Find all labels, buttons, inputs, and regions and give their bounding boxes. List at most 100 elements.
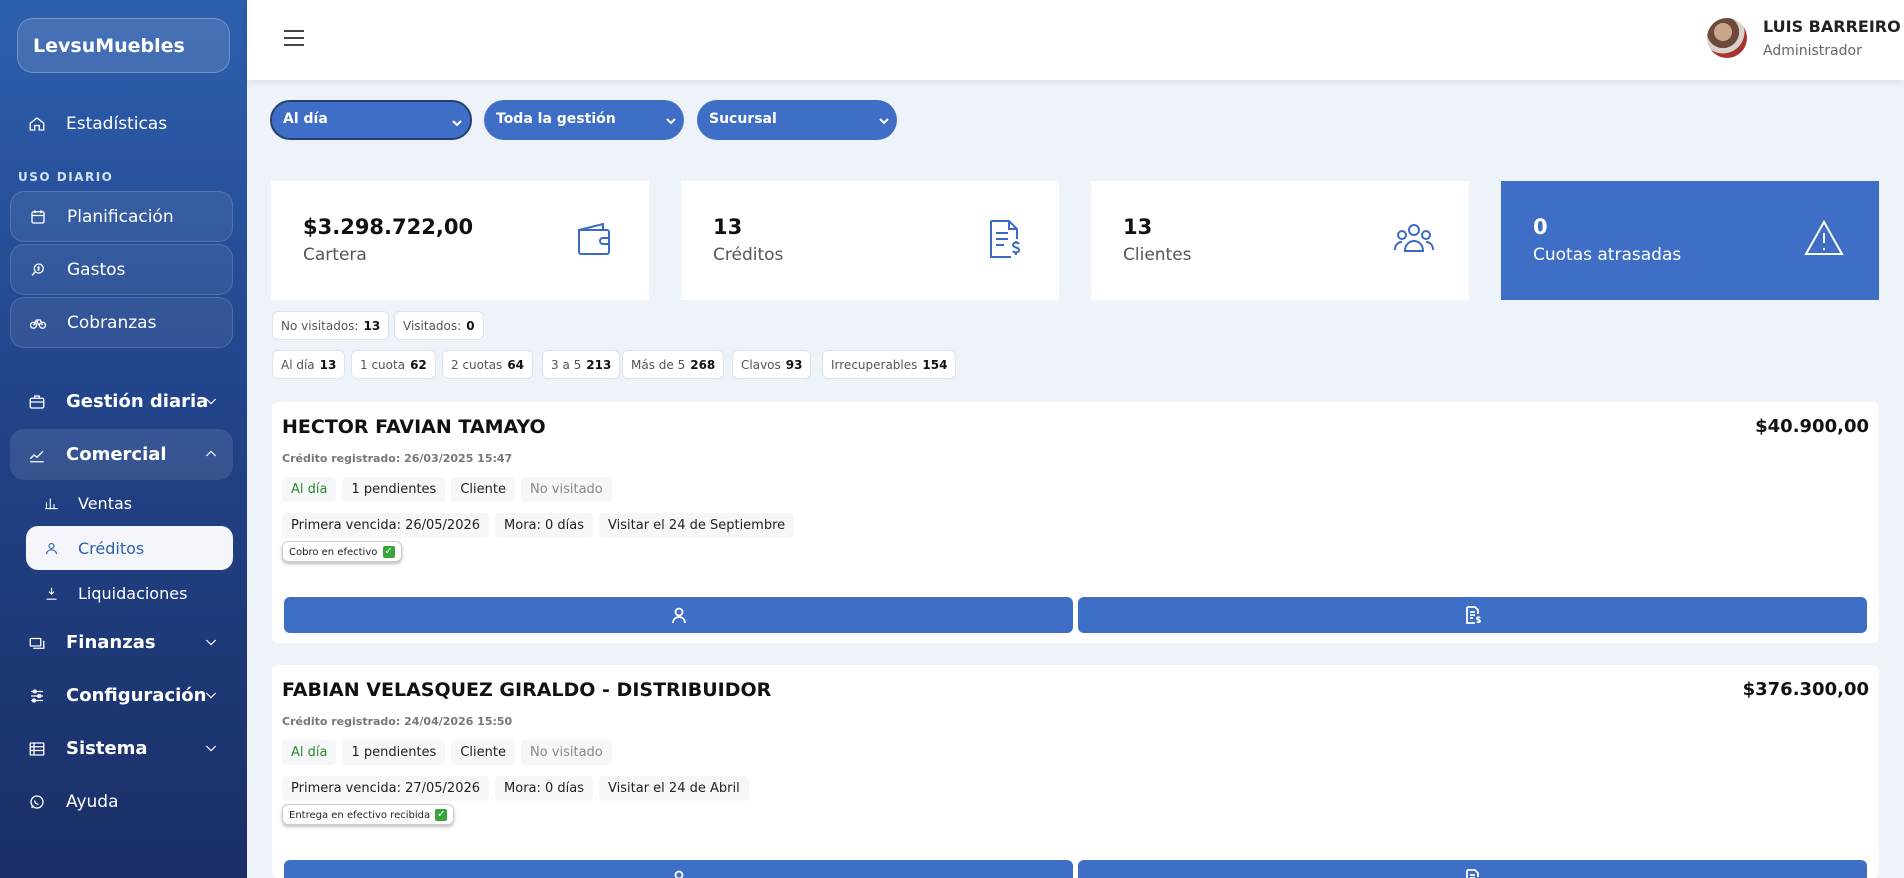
- sidebar-item-liquidaciones[interactable]: Liquidaciones: [26, 571, 233, 615]
- payment-method-label: Entrega en efectivo recibida: [289, 810, 431, 821]
- stat-card-clientes: 13 Clientes: [1091, 181, 1469, 300]
- sidebar-item-planificacion[interactable]: Planificación: [10, 191, 233, 242]
- sidebar-group-sistema[interactable]: Sistema: [10, 723, 233, 774]
- sidebar-group-configuracion[interactable]: Configuración: [10, 670, 233, 721]
- chip-mas-de-5[interactable]: Más de 5 268: [622, 350, 725, 379]
- sidebar-item-ventas[interactable]: Ventas: [26, 481, 233, 525]
- bicycle-icon: [27, 312, 49, 334]
- view-credit-button[interactable]: [1078, 860, 1867, 878]
- stat-value: 13: [1123, 215, 1153, 239]
- sidebar-item-creditos[interactable]: Créditos: [26, 526, 233, 570]
- chip-3-a-5[interactable]: 3 a 5 213: [542, 350, 621, 379]
- chevron-up-icon: [203, 446, 219, 462]
- chevron-down-icon: [203, 740, 219, 756]
- payment-method-badge: Cobro en efectivo ✓: [282, 541, 402, 562]
- stat-value: 0: [1533, 215, 1548, 239]
- money-stack-icon: [26, 632, 48, 654]
- whatsapp-icon: [26, 791, 48, 813]
- pending-badge: 1 pendientes: [342, 740, 446, 765]
- payment-method-label: Cobro en efectivo: [289, 547, 378, 558]
- sidebar-group-finanzas[interactable]: Finanzas: [10, 617, 233, 668]
- check-icon: ✓: [382, 546, 395, 558]
- sidebar-item-label: Cobranzas: [67, 312, 157, 333]
- sidebar-item-estadisticas[interactable]: Estadísticas: [26, 111, 167, 137]
- menu-icon[interactable]: [284, 30, 304, 46]
- check-icon: ✓: [435, 809, 448, 821]
- sidebar-item-label: Ayuda: [66, 792, 119, 812]
- view-client-button[interactable]: [284, 597, 1073, 633]
- filter-status-select[interactable]: Al día: [270, 100, 472, 140]
- chevron-down-icon: [879, 114, 889, 125]
- chip-label: Clavos: [741, 358, 781, 372]
- status-badge: Al día: [282, 477, 337, 502]
- visit-status-badge: No visitado: [520, 477, 612, 502]
- view-credit-button[interactable]: [1078, 597, 1867, 633]
- chip-label: 3 a 5: [551, 358, 582, 372]
- client-type-badge: Cliente: [451, 477, 515, 502]
- status-badge: Al día: [282, 740, 337, 765]
- stat-value: $3.298.722,00: [303, 215, 474, 239]
- chip-label: 2 cuotas: [451, 358, 503, 372]
- filter-branch-select[interactable]: Sucursal: [697, 100, 897, 140]
- chevron-down-icon: [203, 687, 219, 703]
- chip-label: No visitados:: [281, 319, 359, 333]
- payment-method-badge: Entrega en efectivo recibida ✓: [282, 804, 455, 825]
- user-role: Administrador: [1763, 43, 1862, 59]
- avatar[interactable]: [1707, 18, 1747, 58]
- server-list-icon: [26, 738, 48, 760]
- view-client-button[interactable]: [284, 860, 1073, 878]
- first-due-date: Primera vencida: 26/05/2026: [282, 513, 490, 538]
- briefcase-icon: [26, 391, 48, 413]
- chip-1-cuota[interactable]: 1 cuota 62: [351, 350, 436, 379]
- chip-al-dia[interactable]: Al día 13: [272, 350, 346, 379]
- chip-count: 13: [363, 319, 381, 333]
- wallet-icon: [573, 218, 615, 260]
- sliders-icon: [26, 685, 48, 707]
- sidebar-group-label: Comercial: [66, 444, 167, 465]
- user-download-icon: [40, 582, 62, 604]
- pending-badge: 1 pendientes: [342, 477, 446, 502]
- chevron-down-icon: [666, 114, 676, 125]
- chip-2-cuotas[interactable]: 2 cuotas 64: [442, 350, 534, 379]
- sidebar-item-gastos[interactable]: Gastos: [10, 244, 233, 295]
- chip-clavos[interactable]: Clavos 93: [732, 350, 812, 379]
- credit-registered-date: Crédito registrado: 26/03/2025 15:47: [282, 452, 513, 465]
- chip-count: 13: [319, 358, 337, 372]
- sidebar-group-gestion-diaria[interactable]: Gestión diaria: [10, 376, 233, 427]
- chip-visitados[interactable]: Visitados: 0: [394, 311, 484, 340]
- chip-count: 62: [410, 358, 427, 372]
- sidebar-group-label: Finanzas: [66, 632, 156, 653]
- chevron-down-icon: [203, 634, 219, 650]
- top-header: LUIS BARREIRO Administrador: [247, 0, 1904, 80]
- chip-count: 154: [922, 358, 948, 372]
- credit-card: HECTOR FAVIAN TAMAYO $40.900,00 Crédito …: [272, 402, 1879, 643]
- sidebar-group-label: Sistema: [66, 738, 148, 759]
- user-name: LUIS BARREIRO: [1763, 17, 1901, 36]
- sidebar-item-label: Planificación: [67, 206, 174, 227]
- visit-date: Visitar el 24 de Septiembre: [599, 513, 795, 538]
- search-money-icon: [27, 259, 49, 281]
- stat-label: Cuotas atrasadas: [1533, 245, 1682, 265]
- credit-registered-date: Crédito registrado: 24/04/2026 15:50: [282, 715, 513, 728]
- sidebar-item-label: Ventas: [78, 493, 133, 513]
- sidebar-group-comercial[interactable]: Comercial: [10, 429, 233, 480]
- trend-chart-icon: [26, 444, 48, 466]
- calendar-icon: [27, 206, 49, 228]
- sidebar-item-label: Liquidaciones: [78, 583, 188, 603]
- chip-no-visitados[interactable]: No visitados: 13: [272, 311, 390, 340]
- chip-count: 64: [507, 358, 525, 372]
- stat-label: Clientes: [1123, 245, 1192, 265]
- chip-label: Al día: [281, 358, 315, 372]
- sidebar-item-cobranzas[interactable]: Cobranzas: [10, 297, 233, 348]
- sidebar-group-label: Gestión diaria: [66, 391, 209, 412]
- invoice-dollar-icon: [1464, 869, 1482, 878]
- invoice-dollar-icon: [1464, 606, 1482, 624]
- brand-logo[interactable]: LevsuMuebles: [17, 18, 230, 73]
- client-type-badge: Cliente: [451, 740, 515, 765]
- chip-label: Visitados:: [403, 319, 462, 333]
- client-name: FABIAN VELASQUEZ GIRALDO - DISTRIBUIDOR: [282, 679, 772, 701]
- sidebar-item-ayuda[interactable]: Ayuda: [26, 789, 119, 815]
- sidebar-item-label: Estadísticas: [66, 114, 168, 134]
- chip-irrecuperables[interactable]: Irrecuperables 154: [822, 350, 957, 379]
- filter-management-select[interactable]: Toda la gestión: [484, 100, 684, 140]
